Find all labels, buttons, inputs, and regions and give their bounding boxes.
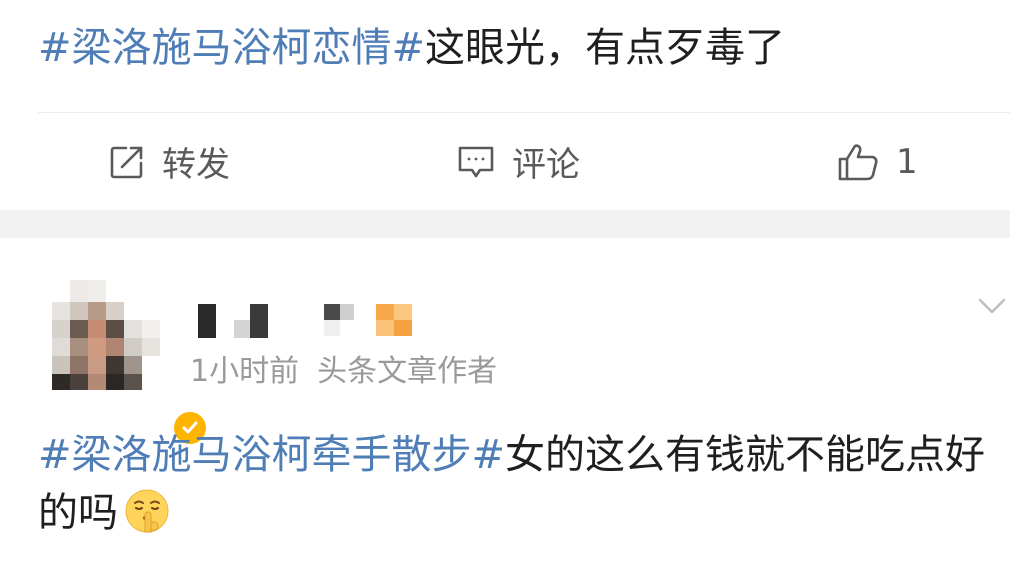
avatar-pixelated-icon xyxy=(52,280,160,390)
post-2-content: #梁洛施马浴柯牵手散步#女的这么有钱就不能吃点好的吗 xyxy=(38,426,988,550)
post-2-meta: 1小时前 头条文章作者 xyxy=(190,350,497,394)
shushing-face-icon xyxy=(124,488,170,550)
post-1-content: #梁洛施马浴柯恋情#这眼光，有点歹毒了 xyxy=(38,20,785,76)
comment-label: 评论 xyxy=(512,145,580,185)
comment-icon xyxy=(456,143,496,181)
post-1-action-bar: 转发 评论 1 xyxy=(0,113,1010,210)
author-avatar[interactable] xyxy=(52,280,208,446)
repost-label: 转发 xyxy=(162,145,230,185)
like-count: 1 xyxy=(896,141,918,182)
repost-button[interactable]: 转发 xyxy=(108,113,230,210)
chevron-down-icon xyxy=(978,298,1006,314)
post-source: 头条文章作者 xyxy=(317,354,498,389)
feed-separator xyxy=(0,210,1010,238)
repost-icon xyxy=(108,143,146,181)
feed-post-2: 1小时前 头条文章作者 #梁洛施马浴柯牵手散步#女的这么有钱就不能吃点好的吗 xyxy=(0,238,1010,569)
post-time: 1小时前 xyxy=(190,354,300,389)
post-1-text: 这眼光，有点歹毒了 xyxy=(425,25,786,71)
feed-post-1: #梁洛施马浴柯恋情#这眼光，有点歹毒了 转发 评论 1 xyxy=(0,0,1010,210)
comment-button[interactable]: 评论 xyxy=(456,113,580,210)
post-menu-chevron-button[interactable] xyxy=(970,292,1010,322)
author-name-redacted[interactable] xyxy=(196,300,426,340)
post-2-topic-link[interactable]: #梁洛施马浴柯牵手散步# xyxy=(38,432,505,478)
like-button[interactable]: 1 xyxy=(836,113,918,210)
post-1-topic-link[interactable]: #梁洛施马浴柯恋情# xyxy=(38,25,425,71)
thumbs-up-icon xyxy=(836,142,880,182)
